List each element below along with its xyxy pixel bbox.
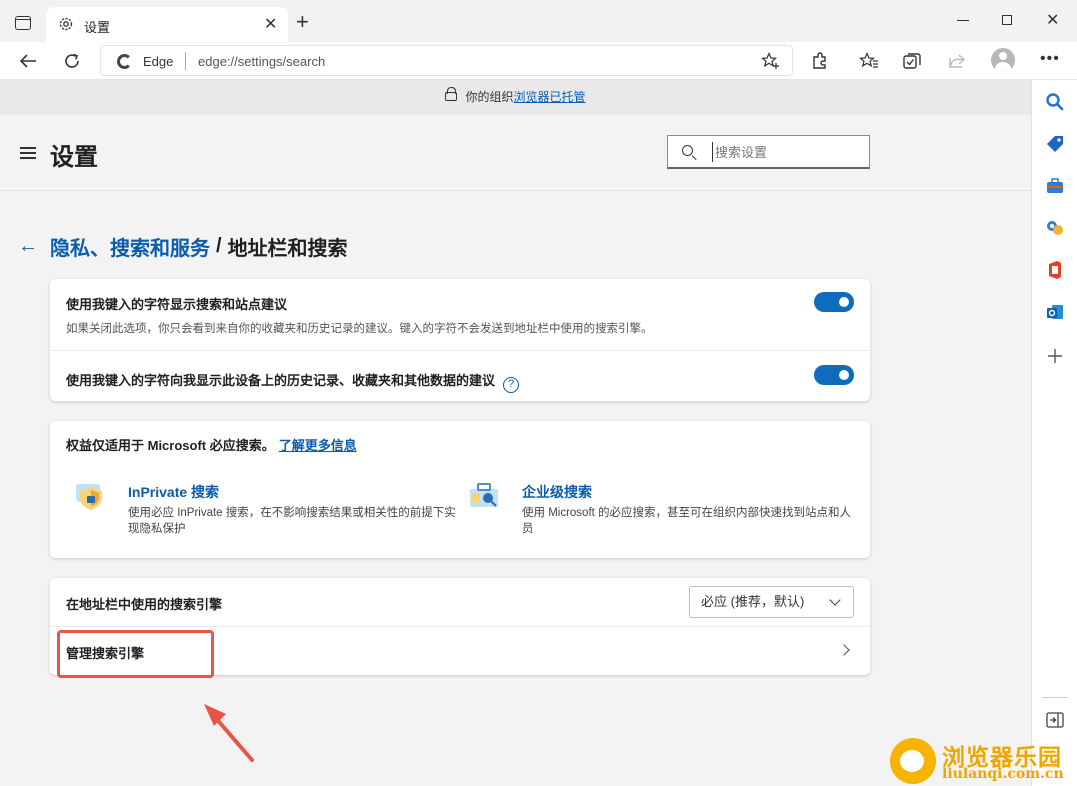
feature-desc: 使用必应 InPrivate 搜索，在不影响搜索结果或相关性的前提下实现隐私保护 — [128, 507, 456, 535]
settings-search-box[interactable] — [667, 135, 870, 169]
highlight-box — [57, 630, 214, 678]
toolbar: Edge edge://settings/search ••• — [0, 42, 1077, 80]
search-engine-label: 在地址栏中使用的搜索引擎 — [66, 597, 223, 612]
breadcrumb-separator: / — [216, 235, 222, 257]
site-identity-label: Edge — [143, 54, 174, 69]
sidebar-divider — [1042, 697, 1068, 698]
add-icon[interactable] — [1045, 346, 1065, 366]
feature-desc: 使用 Microsoft 的必应搜索，甚至可在组织内部快速找到站点和人员 — [522, 507, 852, 535]
search-icon — [682, 145, 693, 156]
refresh-icon — [65, 53, 79, 68]
address-bar[interactable]: Edge edge://settings/search — [100, 45, 793, 76]
tab-actions-icon[interactable] — [15, 16, 31, 30]
back-arrow-icon[interactable]: ← — [18, 235, 38, 258]
banner-managed-link[interactable]: 浏览器已托管 — [514, 90, 586, 104]
sidebar-toggle-icon[interactable] — [1045, 710, 1065, 730]
tab-strip: 设置 ✕ + ✕ — [0, 0, 1077, 42]
extensions-button[interactable] — [808, 49, 832, 73]
gear-icon — [59, 17, 73, 31]
banner-prefix: 你的组织 — [465, 90, 514, 104]
briefcase-icon — [445, 87, 458, 101]
search-sidebar-icon[interactable] — [1045, 92, 1065, 112]
managed-banner: 你的组织浏览器已托管 — [0, 80, 1031, 115]
favorites-icon — [859, 52, 878, 68]
edge-sidebar — [1031, 80, 1077, 786]
more-menu-icon[interactable]: ••• — [1040, 50, 1060, 68]
share-icon — [949, 54, 966, 68]
minimize-button[interactable] — [957, 20, 969, 21]
breadcrumb: ← 隐私、搜索和服务 / 地址栏和搜索 — [18, 232, 348, 261]
new-tab-button[interactable]: + — [296, 11, 309, 33]
local-suggestions-row-title: 使用我键入的字符向我显示此设备上的历史记录、收藏夹和其他数据的建议? — [66, 370, 520, 393]
games-icon[interactable] — [1045, 218, 1065, 238]
arrow-left-icon — [19, 54, 36, 68]
outlook-icon[interactable] — [1045, 302, 1065, 322]
breadcrumb-parent-link[interactable]: 隐私、搜索和服务 — [50, 232, 210, 261]
bing-benefits-card: 权益仅适用于 Microsoft 必应搜索。 了解更多信息 InPrivate 搜… — [50, 421, 870, 558]
search-input[interactable] — [712, 142, 862, 162]
benefits-heading: 权益仅适用于 Microsoft 必应搜索。 了解更多信息 — [66, 438, 357, 453]
annotation-arrow-icon — [204, 704, 254, 762]
suggestions-card: 使用我键入的字符显示搜索和站点建议 如果关闭此选项，你只会看到来自你的收藏夹和历… — [50, 279, 870, 401]
add-favorite-icon[interactable] — [761, 52, 781, 70]
feature-title[interactable]: InPrivate 搜索 — [128, 482, 219, 502]
puzzle-icon — [813, 52, 826, 69]
tab-settings[interactable]: 设置 ✕ — [46, 7, 288, 42]
inprivate-shield-icon — [76, 484, 102, 510]
maximize-button[interactable] — [1002, 15, 1012, 25]
collections-icon — [903, 53, 921, 69]
refresh-button[interactable] — [60, 49, 84, 73]
row-divider — [50, 350, 870, 351]
help-icon[interactable]: ? — [503, 377, 520, 393]
collections-button[interactable] — [900, 49, 924, 73]
office-icon[interactable] — [1045, 260, 1065, 280]
settings-header: 设置 — [0, 115, 1031, 191]
url-text[interactable]: edge://settings/search — [198, 54, 325, 69]
tab-close-icon[interactable]: ✕ — [264, 14, 277, 34]
page-title: 设置 — [50, 144, 98, 171]
tab-title: 设置 — [84, 20, 111, 35]
breadcrumb-current: 地址栏和搜索 — [227, 238, 348, 260]
chevron-down-icon — [829, 594, 841, 606]
favorites-button[interactable] — [857, 49, 881, 73]
address-separator — [185, 52, 186, 70]
feature-title[interactable]: 企业级搜索 — [522, 482, 592, 502]
profile-avatar[interactable] — [991, 48, 1015, 72]
share-button[interactable] — [945, 49, 969, 73]
suggestions-row-title: 使用我键入的字符显示搜索和站点建议 — [66, 297, 288, 312]
search-engine-dropdown[interactable]: 必应 (推荐，默认) — [689, 586, 854, 618]
learn-more-link[interactable]: 了解更多信息 — [279, 438, 357, 453]
enterprise-search-icon — [470, 483, 498, 507]
shopping-tag-icon[interactable] — [1045, 134, 1065, 154]
search-engine-selected: 必应 (推荐，默认) — [701, 594, 805, 609]
menu-icon[interactable] — [20, 147, 36, 159]
local-suggestions-toggle[interactable] — [814, 365, 854, 385]
window-close-button[interactable]: ✕ — [1046, 10, 1059, 30]
suggestions-row-desc: 如果关闭此选项，你只会看到来自你的收藏夹和历史记录的建议。键入的字符不会发送到地… — [66, 323, 653, 335]
chevron-right-icon — [838, 644, 850, 656]
watermark-en: liulanqi.com.cn — [942, 766, 1064, 782]
edge-logo-icon — [117, 54, 132, 69]
tools-briefcase-icon[interactable] — [1045, 176, 1065, 196]
back-button[interactable] — [16, 49, 40, 73]
watermark-logo — [890, 738, 936, 784]
search-suggestions-toggle[interactable] — [814, 292, 854, 312]
